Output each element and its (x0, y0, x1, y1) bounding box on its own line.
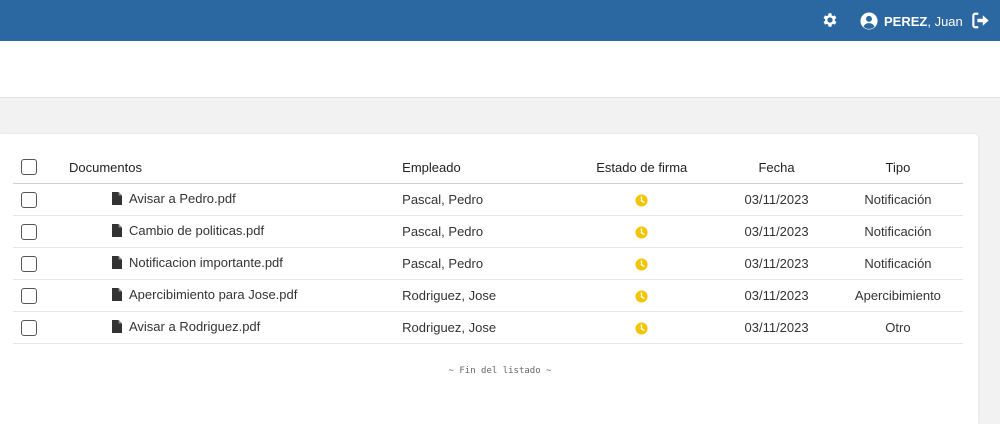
select-all-cell (13, 151, 55, 184)
document-link[interactable]: Avisar a Rodriguez.pdf (111, 319, 261, 334)
table-row[interactable]: Cambio de politicas.pdf Pascal, Pedro 03/1… (13, 215, 963, 248)
signature-status-cell (563, 247, 721, 280)
toolbar-area (0, 41, 1000, 98)
select-all-checkbox[interactable] (21, 159, 37, 176)
signature-status-cell (563, 311, 721, 344)
signature-status-cell (563, 279, 721, 312)
employee-cell: Rodriguez, Jose (402, 279, 564, 312)
type-cell: Apercibimiento (832, 279, 963, 312)
clock-icon (635, 322, 648, 335)
row-select-cell (13, 311, 55, 344)
table-row[interactable]: Avisar a Rodriguez.pdf Rodriguez, Jose 03/… (13, 311, 963, 344)
user-last-name: PEREZ (884, 13, 928, 29)
user-menu[interactable]: PEREZ, Juan (860, 11, 963, 31)
document-name: Avisar a Pedro.pdf (128, 191, 236, 206)
file-icon (111, 256, 122, 269)
column-header-fecha[interactable]: Fecha (720, 151, 833, 184)
documents-card: Documentos Empleado Estado de firma Fech… (0, 134, 978, 424)
user-circle-icon (860, 12, 878, 30)
document-cell: Apercibimiento para Jose.pdf (54, 279, 403, 312)
table-row[interactable]: Avisar a Pedro.pdf Pascal, Pedro 03/11/202… (13, 183, 963, 216)
file-icon (111, 224, 122, 237)
clock-icon (635, 290, 648, 303)
documents-table: Documentos Empleado Estado de firma Fech… (13, 151, 963, 344)
document-cell: Cambio de politicas.pdf (54, 215, 403, 248)
clock-icon (635, 226, 648, 239)
type-cell: Otro (832, 311, 963, 344)
date-cell: 03/11/2023 (720, 247, 833, 280)
document-cell: Notificacion importante.pdf (54, 247, 403, 280)
user-first-name: , Juan (927, 13, 963, 29)
table-row[interactable]: Apercibimiento para Jose.pdf Rodriguez, J… (13, 279, 963, 312)
end-of-list-text: ~ Fin del listado ~ (448, 366, 552, 376)
employee-cell: Rodriguez, Jose (402, 311, 564, 344)
file-icon (111, 288, 122, 301)
document-link[interactable]: Avisar a Pedro.pdf (111, 191, 236, 206)
gear-icon[interactable] (821, 11, 839, 29)
table-header-row: Documentos Empleado Estado de firma Fech… (13, 151, 963, 184)
document-link[interactable]: Cambio de politicas.pdf (111, 223, 265, 238)
row-checkbox[interactable] (21, 287, 37, 304)
type-cell: Notificación (832, 247, 963, 280)
signature-status-cell (563, 183, 721, 216)
signature-status-cell (563, 215, 721, 248)
date-cell: 03/11/2023 (720, 215, 833, 248)
date-cell: 03/11/2023 (720, 183, 833, 216)
document-link[interactable]: Apercibimiento para Jose.pdf (111, 287, 298, 302)
row-select-cell (13, 183, 55, 216)
document-name: Notificacion importante.pdf (128, 255, 283, 270)
user-name: PEREZ, Juan (884, 14, 963, 29)
column-header-tipo[interactable]: Tipo (832, 151, 963, 184)
type-cell: Notificación (832, 183, 963, 216)
row-checkbox[interactable] (21, 255, 37, 272)
column-header-estado[interactable]: Estado de firma (563, 151, 721, 184)
employee-cell: Pascal, Pedro (402, 183, 564, 216)
document-cell: Avisar a Pedro.pdf (54, 183, 403, 216)
date-cell: 03/11/2023 (720, 279, 833, 312)
table-row[interactable]: Notificacion importante.pdf Pascal, Pedro… (13, 247, 963, 280)
logout-icon[interactable] (972, 12, 990, 29)
document-cell: Avisar a Rodriguez.pdf (54, 311, 403, 344)
row-checkbox[interactable] (21, 319, 37, 336)
column-header-empleado[interactable]: Empleado (402, 151, 564, 184)
clock-icon (635, 194, 648, 207)
document-link[interactable]: Notificacion importante.pdf (111, 255, 283, 270)
row-select-cell (13, 247, 55, 280)
row-select-cell (13, 279, 55, 312)
file-icon (111, 192, 122, 205)
top-navbar: PEREZ, Juan (0, 0, 1000, 41)
date-cell: 03/11/2023 (720, 311, 833, 344)
employee-cell: Pascal, Pedro (402, 215, 564, 248)
column-header-documentos[interactable]: Documentos (54, 151, 403, 184)
file-icon (111, 320, 122, 333)
row-checkbox[interactable] (21, 223, 37, 240)
row-select-cell (13, 215, 55, 248)
clock-icon (635, 258, 648, 271)
employee-cell: Pascal, Pedro (402, 247, 564, 280)
document-name: Cambio de politicas.pdf (128, 223, 265, 238)
document-name: Avisar a Rodriguez.pdf (128, 319, 261, 334)
type-cell: Notificación (832, 215, 963, 248)
document-name: Apercibimiento para Jose.pdf (128, 287, 298, 302)
row-checkbox[interactable] (21, 191, 37, 208)
